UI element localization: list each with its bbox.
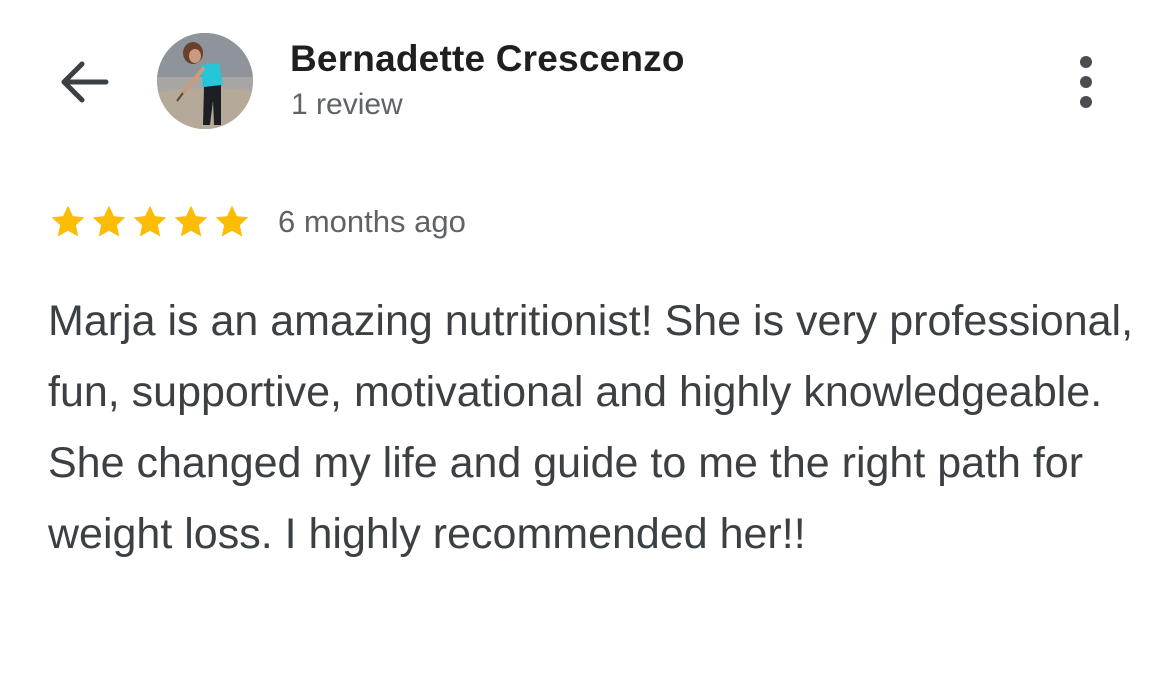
reviewer-name[interactable]: Bernadette Crescenzo — [290, 38, 685, 80]
review-date: 6 months ago — [278, 204, 466, 239]
rating-row: 6 months ago — [47, 200, 466, 244]
more-vert-icon — [1080, 56, 1092, 68]
star-icon — [133, 205, 167, 237]
more-vert-icon-dot — [1080, 96, 1092, 108]
more-options-button[interactable] — [1066, 52, 1106, 112]
star-icon — [51, 205, 85, 237]
star-icon — [174, 205, 208, 237]
more-vert-icon-dot — [1080, 76, 1092, 88]
arrow-left-icon — [61, 61, 109, 103]
review-text: Marja is an amazing nutritionist! She is… — [48, 297, 1134, 558]
star-icon — [215, 205, 249, 237]
review-count[interactable]: 1 review — [291, 88, 403, 122]
reviewer-photo — [157, 33, 253, 129]
avatar[interactable] — [157, 33, 253, 129]
star-icon — [92, 205, 126, 237]
back-button[interactable] — [52, 50, 116, 114]
review-header: Bernadette Crescenzo 1 review — [0, 0, 1170, 160]
star-rating — [47, 202, 252, 242]
